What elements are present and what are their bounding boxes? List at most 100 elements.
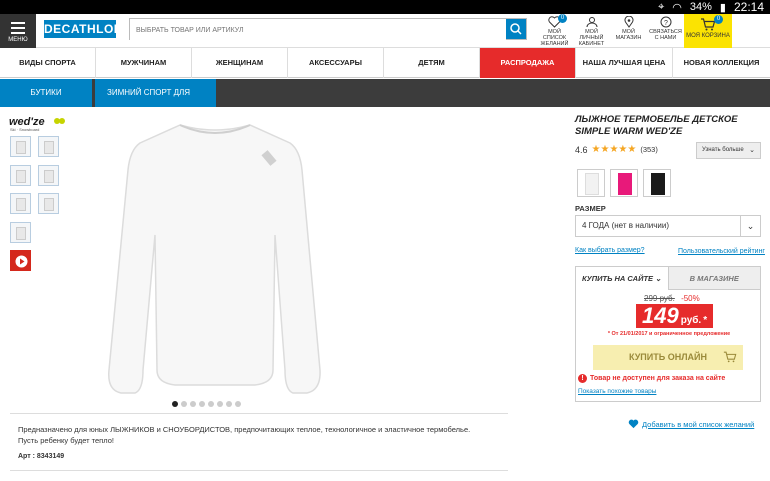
discount-badge: -50% (681, 294, 700, 303)
search-input[interactable] (130, 20, 506, 41)
learn-more-label: Узнать больше (702, 147, 744, 153)
location-pin-icon (624, 16, 633, 28)
wishlist-badge: 0 (558, 14, 567, 23)
tab-buy-online[interactable]: КУПИТЬ НА САЙТЕ ⌄ (576, 267, 668, 290)
product-title: ЛЫЖНОЕ ТЕРМОБЕЛЬЕ ДЕТСКОЕ SIMPLE WARM WE… (575, 114, 738, 137)
size-value: 4 ГОДА (нет в наличии) (582, 221, 669, 230)
color-swatch-white[interactable] (577, 169, 605, 197)
breadcrumb-winter-kids[interactable]: ЗИМНИЙ СПОРТ ДЛЯ ДЕТЕЙ (95, 79, 216, 125)
product-rating: 4.6 ★★★★★ (353) (575, 144, 658, 155)
gallery-dot[interactable] (172, 401, 178, 407)
learn-more-button[interactable]: Узнать больше ⌄ (696, 142, 761, 159)
battery-percent: 34% (689, 1, 712, 13)
breadcrumb-boutiques[interactable]: БУТИКИ (0, 79, 92, 107)
gallery-dot[interactable] (208, 401, 214, 407)
product-image[interactable] (95, 115, 335, 400)
add-to-wishlist-label: Добавить в мой список желаний (642, 419, 755, 429)
chevron-down-icon: ⌄ (740, 216, 760, 236)
gallery-dot[interactable] (190, 401, 196, 407)
breadcrumb: БУТИКИ ЗИМНИЙ СПОРТ ДЛЯ ДЕТЕЙ (0, 79, 770, 125)
menu-button[interactable]: МЕНЮ (0, 14, 36, 48)
svg-text:?: ? (664, 20, 668, 27)
buy-box: КУПИТЬ НА САЙТЕ ⌄ В МАГАЗИНЕ 299 руб. -5… (575, 266, 761, 402)
clock: 22:14 (733, 0, 764, 14)
account-button[interactable]: МОЙ ЛИЧНЫЙ КАБИНЕТ (573, 14, 610, 48)
gallery-dot[interactable] (235, 401, 241, 407)
nav-item-new-collection[interactable]: НОВАЯ КОЛЛЕКЦИЯ (673, 48, 770, 78)
price-asterisk: * (703, 315, 708, 326)
chevron-down-icon: ⌄ (655, 274, 662, 283)
thumbnail-7[interactable] (10, 222, 31, 243)
old-price-value: 299 руб. (644, 294, 675, 303)
price-currency: руб. (680, 315, 702, 326)
thumbnail-2[interactable] (38, 136, 59, 157)
svg-text:Ski · Snowboard: Ski · Snowboard (10, 127, 39, 132)
divider (10, 470, 508, 471)
gallery-pagination (172, 401, 241, 407)
play-icon (15, 255, 28, 268)
status-bar: ⌖ ◠ 34% ▮ 22:14 (0, 0, 770, 14)
help-icon: ? (660, 16, 671, 28)
gallery-dot[interactable] (226, 401, 232, 407)
nav-item-best-price[interactable]: НАША ЛУЧШАЯ ЦЕНА (576, 48, 673, 78)
review-count[interactable]: (353) (640, 145, 658, 154)
color-swatches (577, 169, 671, 197)
size-select[interactable]: 4 ГОДА (нет в наличии) ⌄ (575, 215, 761, 237)
tab-in-store[interactable]: В МАГАЗИНЕ (667, 267, 760, 290)
wishlist-button[interactable]: 0 МОЙ СПИСОК ЖЕЛАНИЙ (536, 14, 573, 48)
color-swatch-black[interactable] (643, 169, 671, 197)
nav-item-men[interactable]: МУЖЧИНАМ (96, 48, 192, 78)
decathlon-logo[interactable]: DECATHLON (44, 20, 122, 38)
size-label: РАЗМЕР (575, 204, 606, 213)
add-to-wishlist-link[interactable]: Добавить в мой список желаний (628, 419, 754, 429)
heart-icon (628, 419, 639, 429)
nav-item-sale[interactable]: РАСПРОДАЖА (480, 48, 576, 78)
divider (10, 413, 508, 414)
search-button[interactable] (506, 19, 526, 39)
user-rating-link[interactable]: Пользовательский рейтинг (678, 248, 765, 255)
article-number: Арт : 8343149 (18, 453, 65, 460)
swatch-fill (585, 173, 599, 195)
thumbnail-4[interactable] (38, 165, 59, 186)
contact-button[interactable]: ? СВЯЗАТЬСЯ С НАМИ (647, 14, 684, 48)
hamburger-icon (11, 22, 25, 34)
old-price: 299 руб. -50% (644, 294, 700, 303)
main-nav: ВИДЫ СПОРТА МУЖЧИНАМ ЖЕНЩИНАМ АКСЕССУАРЫ… (0, 48, 770, 78)
cart-icon (723, 351, 737, 363)
search-icon (510, 23, 522, 35)
video-thumbnail[interactable] (10, 250, 31, 271)
cart-label: МОЯ КОРЗИНА (686, 33, 730, 39)
size-guide-link[interactable]: Как выбрать размер? (575, 247, 645, 254)
search-box (129, 18, 527, 41)
swatch-fill (651, 173, 665, 195)
gallery-dot[interactable] (217, 401, 223, 407)
rating-value: 4.6 (575, 144, 588, 155)
thumbnail-1[interactable] (10, 136, 31, 157)
nav-item-women[interactable]: ЖЕНЩИНАМ (192, 48, 288, 78)
brand-logo: wed'ze Ski · Snowboard (8, 114, 68, 132)
nav-item-sports[interactable]: ВИДЫ СПОРТА (0, 48, 96, 78)
my-store-button[interactable]: МОЙ МАГАЗИН (610, 14, 647, 48)
cart-button[interactable]: 0 МОЯ КОРЗИНА (684, 14, 732, 48)
color-swatch-pink[interactable] (610, 169, 638, 197)
wifi-icon: ◠ (672, 1, 682, 14)
thumbnail-3[interactable] (10, 165, 31, 186)
similar-products-link[interactable]: Показать похожие товары (578, 388, 656, 395)
thumbnail-6[interactable] (38, 193, 59, 214)
cart-badge: 0 (714, 15, 723, 24)
buy-online-button[interactable]: КУПИТЬ ОНЛАЙН (593, 345, 743, 370)
gallery-dot[interactable] (181, 401, 187, 407)
rating-stars: ★★★★★ (591, 144, 637, 155)
nav-item-kids[interactable]: ДЕТЯМ (384, 48, 480, 78)
gallery-dot[interactable] (199, 401, 205, 407)
nav-item-accessories[interactable]: АКСЕССУАРЫ (288, 48, 384, 78)
contact-label: СВЯЗАТЬСЯ С НАМИ (649, 29, 682, 42)
chevron-down-icon: ⌄ (749, 147, 755, 154)
user-icon (586, 17, 597, 28)
promo-note: * От 21/01/2017 и ограниченное предложен… (607, 331, 731, 337)
tab-buy-online-label: КУПИТЬ НА САЙТЕ (582, 274, 654, 283)
unavailable-notice: ! Товар не доступен для заказа на сайте (578, 374, 725, 383)
thumbnail-5[interactable] (10, 193, 31, 214)
product-description: Предназначено для юных ЛЫЖНИКОВ и СНОУБО… (18, 425, 471, 445)
menu-label: МЕНЮ (8, 37, 28, 43)
